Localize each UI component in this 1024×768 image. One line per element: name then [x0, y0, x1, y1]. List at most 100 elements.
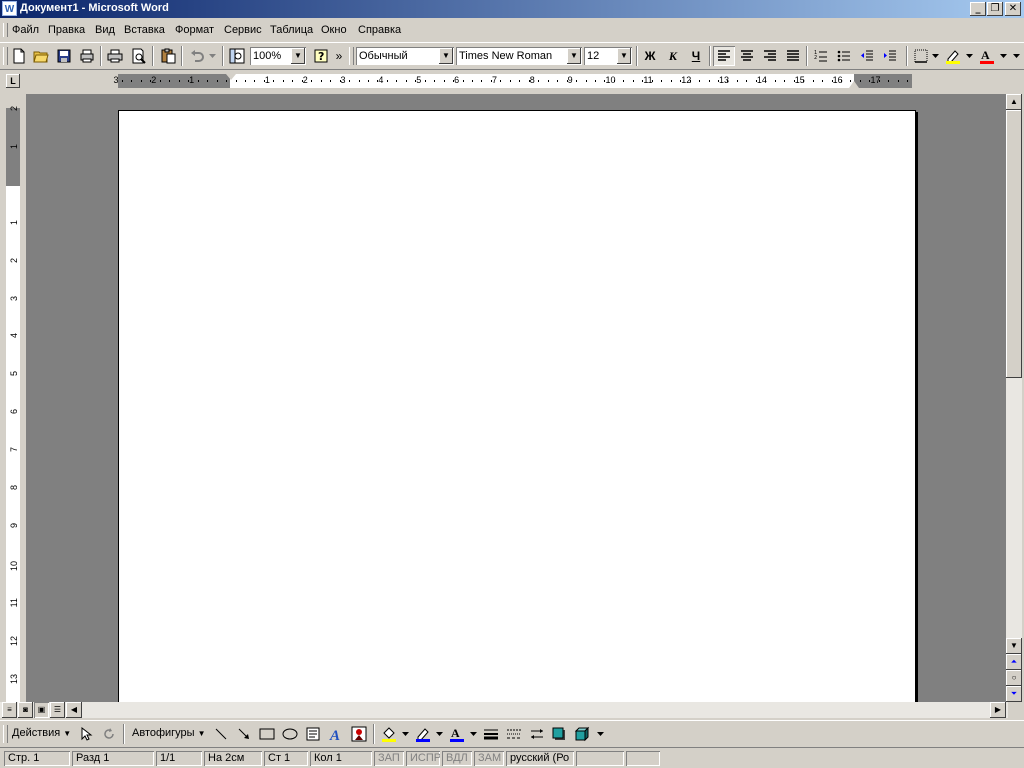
select-objects-button[interactable]	[76, 724, 98, 744]
status-column[interactable]: Кол 1	[310, 751, 372, 766]
next-page-button[interactable]: ⏷	[1006, 686, 1022, 702]
underline-button[interactable]: Ч	[685, 46, 707, 66]
clip-art-button[interactable]	[348, 724, 370, 744]
scroll-right-button[interactable]: ▶	[990, 702, 1006, 718]
menu-help[interactable]: Справка	[358, 24, 401, 36]
formatting-options-button[interactable]	[1010, 46, 1022, 66]
menubar-grip[interactable]	[3, 23, 8, 37]
save-button[interactable]	[53, 46, 75, 66]
first-line-indent-marker[interactable]	[226, 74, 236, 80]
horizontal-scrollbar[interactable]: ≡ ◙ ▣ ☰ ◀ ▶	[0, 702, 1008, 718]
italic-button[interactable]: К	[662, 46, 684, 66]
bold-button[interactable]: Ж	[639, 46, 661, 66]
close-button[interactable]: ✕	[1005, 2, 1021, 16]
menu-tools[interactable]: Сервис	[224, 24, 262, 36]
status-page-count[interactable]: 1/1	[156, 751, 202, 766]
print-layout-button[interactable]: ▣	[34, 702, 49, 718]
scroll-up-button[interactable]: ▲	[1006, 94, 1022, 110]
free-rotate-button[interactable]	[98, 724, 120, 744]
highlight-dropdown[interactable]	[964, 46, 974, 66]
font-color-dropdown[interactable]	[998, 46, 1008, 66]
toolbar-options-button[interactable]: »	[333, 46, 345, 66]
menu-file[interactable]: Файл	[12, 24, 39, 36]
menu-table[interactable]: Таблица	[270, 24, 313, 36]
chevron-down-icon[interactable]: ▼	[567, 48, 581, 64]
dash-style-button[interactable]	[503, 724, 525, 744]
select-browse-object-button[interactable]: ○	[1006, 670, 1022, 686]
font-combo[interactable]: Times New Roman ▼	[456, 47, 582, 65]
web-layout-button[interactable]: ◙	[18, 702, 33, 718]
status-record-macro[interactable]: ЗАП	[374, 751, 404, 766]
line-color-button[interactable]	[412, 724, 434, 744]
formatting-toolbar-grip[interactable]	[349, 47, 354, 65]
drawing-options-button[interactable]	[594, 724, 606, 744]
draw-font-color-dropdown[interactable]	[468, 724, 478, 744]
font-size-combo[interactable]: 12 ▼	[584, 47, 632, 65]
document-map-button[interactable]	[226, 46, 248, 66]
wordart-button[interactable]: A	[325, 724, 347, 744]
paste-button[interactable]	[157, 46, 179, 66]
tab-selector[interactable]: L	[6, 74, 20, 88]
shadow-style-button[interactable]	[548, 724, 570, 744]
numbering-button[interactable]: 12	[810, 46, 832, 66]
line-style-button[interactable]	[480, 724, 502, 744]
vertical-scrollbar[interactable]: ▲ ▼ ⏶ ○ ⏷	[1006, 94, 1022, 702]
menu-insert[interactable]: Вставка	[124, 24, 165, 36]
increase-indent-button[interactable]	[879, 46, 901, 66]
font-color-button[interactable]: A	[976, 46, 998, 66]
open-button[interactable]	[30, 46, 52, 66]
print-button[interactable]	[104, 46, 126, 66]
line-button[interactable]	[210, 724, 232, 744]
rectangle-button[interactable]	[256, 724, 278, 744]
permission-button[interactable]	[76, 46, 98, 66]
status-overtype[interactable]: ЗАМ	[474, 751, 504, 766]
arrow-button[interactable]	[233, 724, 255, 744]
align-right-button[interactable]	[759, 46, 781, 66]
text-box-button[interactable]	[302, 724, 324, 744]
decrease-indent-button[interactable]	[856, 46, 878, 66]
document-page[interactable]	[118, 110, 916, 702]
undo-button[interactable]	[186, 46, 208, 66]
right-indent-marker[interactable]	[849, 81, 859, 88]
vertical-ruler[interactable]: 2 1 1 2 3 4 5 6 7 8 9 10 11 12 13	[6, 106, 20, 702]
status-line[interactable]: Ст 1	[264, 751, 308, 766]
chevron-down-icon[interactable]: ▼	[291, 48, 305, 64]
horizontal-ruler[interactable]: 3 2 1 1 2 3 4 5 6 7 8 9 10 11 12 13 14 15 16 17	[113, 74, 912, 88]
autoshapes-menu-button[interactable]: Автофигуры ▼	[132, 727, 206, 739]
oval-button[interactable]	[279, 724, 301, 744]
menu-format[interactable]: Формат	[175, 24, 214, 36]
line-color-dropdown[interactable]	[434, 724, 444, 744]
undo-dropdown-button[interactable]	[206, 46, 218, 66]
previous-page-button[interactable]: ⏶	[1006, 654, 1022, 670]
new-document-button[interactable]	[8, 46, 30, 66]
minimize-button[interactable]: _	[970, 2, 986, 16]
status-language[interactable]: русский (Ро	[506, 751, 574, 766]
justify-button[interactable]	[782, 46, 804, 66]
print-preview-button[interactable]	[128, 46, 150, 66]
menu-view[interactable]: Вид	[95, 24, 115, 36]
align-left-button[interactable]	[713, 46, 735, 66]
scroll-thumb[interactable]	[1006, 110, 1022, 378]
toolbar-grip[interactable]	[3, 725, 8, 743]
borders-button[interactable]	[910, 46, 932, 66]
chevron-down-icon[interactable]: ▼	[617, 48, 631, 64]
highlight-button[interactable]	[942, 46, 964, 66]
outline-view-button[interactable]: ☰	[50, 702, 65, 718]
actions-menu-button[interactable]: Действия ▼	[12, 727, 71, 739]
status-track-changes[interactable]: ИСПР	[406, 751, 440, 766]
status-position[interactable]: На 2см	[204, 751, 262, 766]
status-section[interactable]: Разд 1	[72, 751, 154, 766]
normal-view-button[interactable]: ≡	[2, 702, 17, 718]
zoom-combo[interactable]: 100% ▼	[250, 47, 306, 65]
fill-color-button[interactable]	[378, 724, 400, 744]
bullets-button[interactable]	[833, 46, 855, 66]
align-center-button[interactable]	[736, 46, 758, 66]
menu-window[interactable]: Окно	[321, 24, 347, 36]
restore-button[interactable]: ❐	[987, 2, 1003, 16]
borders-dropdown[interactable]	[930, 46, 940, 66]
3d-style-button[interactable]	[571, 724, 593, 744]
help-button[interactable]: ?	[310, 46, 332, 66]
word-app-icon[interactable]: W	[2, 1, 17, 16]
status-extend[interactable]: ВДЛ	[442, 751, 472, 766]
draw-font-color-button[interactable]: A	[446, 724, 468, 744]
